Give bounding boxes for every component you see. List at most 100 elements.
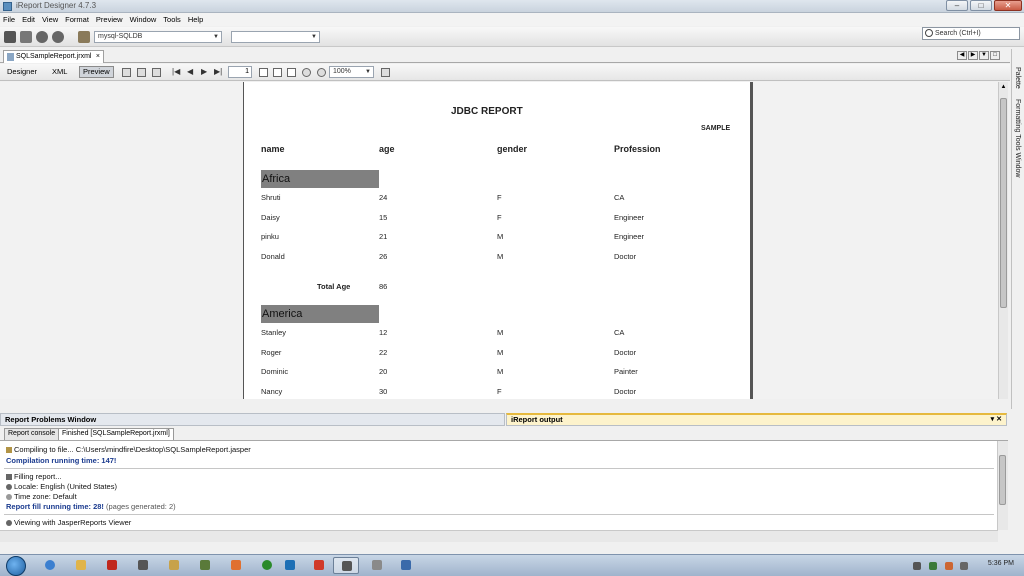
- minimize-button[interactable]: –: [946, 0, 968, 11]
- cell-profession: Doctor: [614, 387, 637, 396]
- tray-icon[interactable]: [913, 562, 921, 570]
- menu-format[interactable]: Format: [65, 15, 89, 24]
- tray-icon[interactable]: [945, 562, 953, 570]
- taskbar-app[interactable]: [364, 557, 390, 574]
- taskbar-acrobat[interactable]: [99, 557, 125, 574]
- console-pages-generated: (pages generated: 2): [106, 502, 176, 511]
- cell-name: Dominic: [261, 367, 289, 376]
- next-page-icon[interactable]: ▶: [201, 67, 207, 76]
- app-icon: [3, 2, 12, 11]
- tab-designer[interactable]: Designer: [7, 67, 37, 76]
- search-input[interactable]: Search (Ctrl+I): [922, 27, 1020, 40]
- console-vertical-scrollbar[interactable]: [998, 441, 1008, 530]
- column-header-gender: gender: [497, 144, 528, 154]
- ireport-output-header[interactable]: iReport output ▾ ✕: [506, 413, 1007, 426]
- formatting-tools-tab[interactable]: Formatting Tools Window: [1014, 99, 1021, 177]
- menu-edit[interactable]: Edit: [22, 15, 35, 24]
- datasource-select[interactable]: mysql-SQLDB ▼: [94, 31, 222, 43]
- side-panel: Palette Formatting Tools Window: [1011, 49, 1024, 409]
- scroll-up-icon[interactable]: ▲: [999, 84, 1008, 90]
- report-console: Compiling to file... C:\Users\mindfire\D…: [0, 441, 998, 542]
- cell-gender: M: [497, 328, 504, 337]
- cell-name: Roger: [261, 348, 282, 357]
- new-file-icon[interactable]: [4, 31, 16, 43]
- taskbar-app[interactable]: [192, 557, 218, 574]
- zoom-out-icon[interactable]: [317, 68, 326, 77]
- open-icon[interactable]: [20, 31, 32, 43]
- tab-report-console[interactable]: Report console: [4, 428, 60, 440]
- close-tab-icon[interactable]: ×: [96, 51, 100, 62]
- taskbar-ie[interactable]: [37, 557, 63, 574]
- menu-file[interactable]: File: [3, 15, 15, 24]
- redo-icon[interactable]: [52, 31, 64, 43]
- menu-window[interactable]: Window: [130, 15, 157, 24]
- cell-age: 30: [379, 387, 388, 396]
- cell-gender: M: [497, 367, 504, 376]
- maximize-icon[interactable]: □: [990, 51, 1000, 60]
- tab-xml[interactable]: XML: [52, 67, 67, 76]
- report-options-icon[interactable]: [381, 68, 390, 77]
- preview-vertical-scrollbar[interactable]: ▲: [998, 82, 1008, 399]
- start-button[interactable]: [6, 556, 26, 576]
- clock[interactable]: 5:36 PM: [988, 560, 1014, 567]
- cell-profession: CA: [614, 193, 625, 202]
- group-header-africa: Africa: [261, 170, 379, 188]
- last-page-icon[interactable]: ▶|: [214, 67, 222, 76]
- menu-preview[interactable]: Preview: [96, 15, 123, 24]
- taskbar-explorer[interactable]: [68, 557, 94, 574]
- window-controls: – □ ✕: [946, 0, 1022, 12]
- taskbar-app[interactable]: [306, 557, 332, 574]
- tab-preview[interactable]: Preview: [79, 66, 114, 78]
- palette-tab[interactable]: Palette: [1014, 67, 1021, 89]
- cell-age: 24: [379, 193, 388, 202]
- menu-tools[interactable]: Tools: [163, 15, 181, 24]
- jrxml-file-icon: [7, 53, 14, 61]
- taskbar-ireport[interactable]: [333, 557, 359, 574]
- console-locale: Locale: English (United States): [14, 482, 117, 491]
- save-icon[interactable]: [137, 68, 146, 77]
- actual-size-icon[interactable]: [259, 68, 268, 77]
- scroll-left-icon[interactable]: ◀: [957, 51, 967, 60]
- cell-age: 15: [379, 213, 388, 222]
- zoom-in-icon[interactable]: [302, 68, 311, 77]
- taskbar-app[interactable]: [130, 557, 156, 574]
- cell-profession: Engineer: [614, 213, 645, 222]
- viewer-icon: [6, 520, 12, 527]
- taskbar-app[interactable]: [393, 557, 419, 574]
- scroll-right-icon[interactable]: ▶: [968, 51, 978, 60]
- fit-page-icon[interactable]: [273, 68, 282, 77]
- previous-page-icon[interactable]: ◀: [187, 67, 193, 76]
- tab-list-icon[interactable]: ▼: [979, 51, 989, 60]
- zoom-select[interactable]: 100% ▼: [329, 66, 374, 78]
- maximize-button[interactable]: □: [970, 0, 992, 11]
- scrollbar-thumb[interactable]: [1000, 98, 1007, 308]
- taskbar-app[interactable]: [223, 557, 249, 574]
- secondary-select[interactable]: ▼: [231, 31, 320, 43]
- undo-icon[interactable]: [36, 31, 48, 43]
- print-icon[interactable]: [152, 68, 161, 77]
- page-number-input[interactable]: 1: [228, 66, 252, 78]
- taskbar-app[interactable]: [161, 557, 187, 574]
- scrollbar-thumb[interactable]: [999, 455, 1006, 505]
- console-horizontal-scrollbar[interactable]: [0, 530, 998, 542]
- volume-icon[interactable]: [960, 562, 968, 570]
- main-toolbar: mysql-SQLDB ▼ ▼: [0, 27, 1024, 47]
- fit-width-icon[interactable]: [287, 68, 296, 77]
- first-page-icon[interactable]: |◀: [172, 67, 180, 76]
- network-icon[interactable]: [929, 562, 937, 570]
- designer-toolbar: Designer XML Preview |◀ ◀ ▶ ▶| 1 100% ▼: [0, 64, 1010, 81]
- tab-sqlsamplereport[interactable]: SQLSampleReport.jrxml ×: [3, 50, 104, 63]
- fill-icon: [6, 474, 12, 481]
- menu-view[interactable]: View: [42, 15, 58, 24]
- menu-help[interactable]: Help: [188, 15, 203, 24]
- reload-icon[interactable]: [122, 68, 131, 77]
- tab-finished[interactable]: Finished [SQLSampleReport.jrxml]: [58, 428, 174, 440]
- close-button[interactable]: ✕: [994, 0, 1022, 11]
- datasource-icon[interactable]: [78, 31, 90, 43]
- console-compiling: Compiling to file... C:\Users\mindfire\D…: [14, 445, 251, 454]
- panel-controls-icon[interactable]: ▾ ✕: [991, 415, 1002, 425]
- total-age-label: Total Age: [317, 282, 351, 291]
- cell-name: Donald: [261, 252, 285, 261]
- taskbar-app[interactable]: [277, 557, 303, 574]
- report-problems-header[interactable]: Report Problems Window: [0, 413, 505, 426]
